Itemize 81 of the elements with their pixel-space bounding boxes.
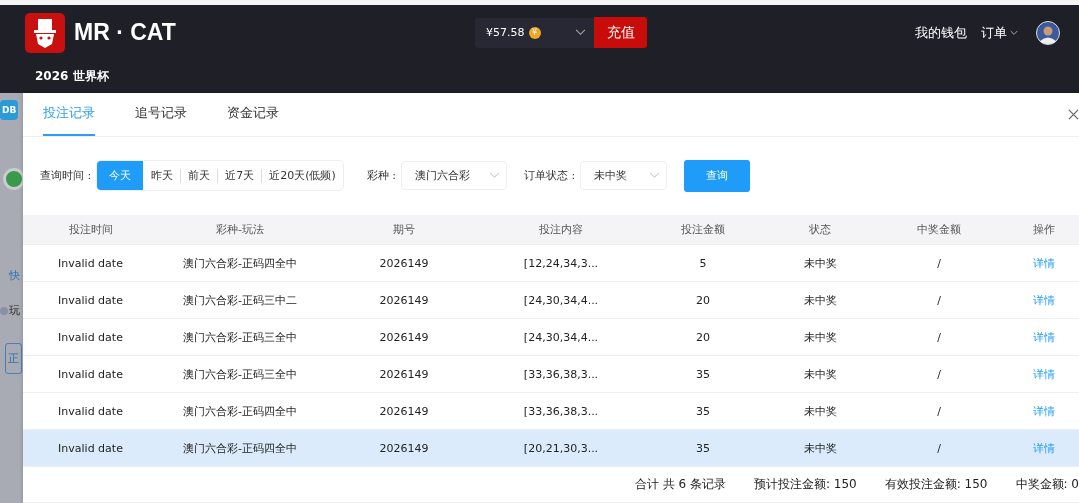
summary-text: 预计投注金额: 150 [753, 476, 857, 494]
table-cell-text: / [936, 330, 942, 344]
filter-label: 订单状态 : [524, 168, 576, 184]
table-cell-text: Invalid date [57, 441, 124, 455]
table-cell-text: 澳门六合彩-正码三全中 [182, 366, 298, 382]
table-cell-text: 20 [695, 330, 711, 344]
help-icon [0, 306, 8, 315]
table-cell-text: [24,30,34,4... [522, 293, 600, 307]
column-header: 投注内容 [538, 222, 584, 238]
table-cell-text: 2026149 [378, 256, 430, 270]
table-cell-text: 澳门六合彩-正码三全中 [182, 329, 298, 345]
table-cell-text: 澳门六合彩-正码四全中 [182, 255, 298, 271]
table-cell-text: 未中奖 [802, 329, 838, 345]
chevron-down-icon [575, 29, 586, 36]
filter-label: 彩种 : [366, 168, 396, 184]
table-cell-text: / [936, 256, 942, 270]
nav-item[interactable]: 2026 世界杯 [35, 68, 109, 85]
table-cell-text: Invalid date [57, 367, 124, 381]
chevron-down-icon [1010, 29, 1018, 36]
table-cell-text: 澳门六合彩-正码三中二 [182, 292, 298, 308]
column-header: 投注时间 [67, 222, 114, 238]
table-cell-text: 未中奖 [802, 440, 838, 456]
balance-dropdown[interactable]: ¥57.58 ¥ [475, 17, 594, 48]
table-cell-text: 2026149 [378, 367, 430, 381]
table-cell-text: 5 [698, 256, 708, 270]
avatar-icon[interactable] [1036, 20, 1060, 45]
table-cell-text: 2026149 [378, 441, 430, 455]
table-cell-text: / [936, 441, 942, 455]
wallet-link[interactable]: 我的钱包 [915, 23, 967, 42]
column-header: 彩种-玩法 [215, 222, 265, 238]
table-cell-text: 澳门六合彩-正码四全中 [182, 403, 298, 419]
table-cell-text: 35 [695, 441, 711, 455]
table-cell-text: [24,30,34,4... [522, 330, 600, 344]
table-cell-text: [12,24,34,3... [522, 256, 600, 270]
table-cell-text: / [936, 367, 942, 381]
column-header: 操作 [1031, 222, 1056, 238]
table-cell-text: 未中奖 [802, 403, 838, 419]
summary-text: 中奖金额: 0 [1015, 476, 1079, 494]
table-cell-text: [33,36,38,3... [522, 367, 600, 381]
table-cell-text: Invalid date [57, 293, 124, 307]
chevron-down-icon [489, 172, 500, 180]
date-range-option[interactable]: 昨天 [144, 161, 181, 191]
chevron-down-icon [649, 172, 661, 180]
hat-logo-icon[interactable] [25, 12, 65, 53]
tab[interactable]: 追号记录 [135, 93, 187, 136]
filter-label: 查询时间 : [40, 168, 92, 184]
summary-text: 有效投注金额: 150 [884, 476, 988, 494]
table-cell-text: 35 [695, 404, 711, 418]
orders-menu[interactable]: 订单 [981, 23, 1018, 42]
table-cell-text: Invalid date [57, 256, 124, 270]
table-cell-text: 未中奖 [802, 292, 838, 308]
table-cell-text: [20,21,30,3... [522, 441, 600, 455]
table-cell-text: / [936, 293, 942, 307]
column-header: 期号 [392, 222, 416, 238]
table-cell-text: 澳门六合彩-正码四全中 [182, 440, 298, 456]
date-range-option[interactable]: 前天 [181, 161, 218, 191]
column-header: 投注金额 [680, 222, 726, 238]
table-cell-text: 未中奖 [802, 255, 838, 271]
table-cell-text: 2026149 [378, 293, 430, 307]
status-select[interactable]: 未中奖 [580, 161, 668, 191]
coin-icon: ¥ [528, 26, 541, 39]
table-cell-text: / [936, 404, 942, 418]
table-cell-text: Invalid date [57, 330, 124, 344]
table-cell-text: [33,36,38,3... [522, 404, 600, 418]
menu-text: 玩 [9, 303, 20, 318]
date-range-option[interactable]: 近20天(低频) [262, 161, 343, 191]
column-header: 状态 [808, 222, 832, 238]
date-range-option[interactable]: 近7天 [218, 161, 262, 191]
recharge-button[interactable]: 充值 [594, 17, 647, 48]
summary-text: 合计 共 6 条记录 [634, 476, 726, 494]
table-cell-text: Invalid date [57, 404, 124, 418]
tab[interactable]: 资金记录 [227, 93, 279, 136]
lottery-select[interactable]: 澳门六合彩 [401, 161, 507, 191]
table-cell-text: 20 [695, 293, 711, 307]
table-cell-text: 2026149 [378, 404, 430, 418]
close-icon[interactable] [1068, 109, 1079, 120]
table-cell-text: 未中奖 [802, 366, 838, 382]
table-cell-text: 2026149 [378, 330, 430, 344]
table-cell-text: 35 [695, 367, 711, 381]
column-header: 中奖金额 [916, 222, 962, 238]
brand-name[interactable]: MR · CAT [74, 19, 176, 46]
